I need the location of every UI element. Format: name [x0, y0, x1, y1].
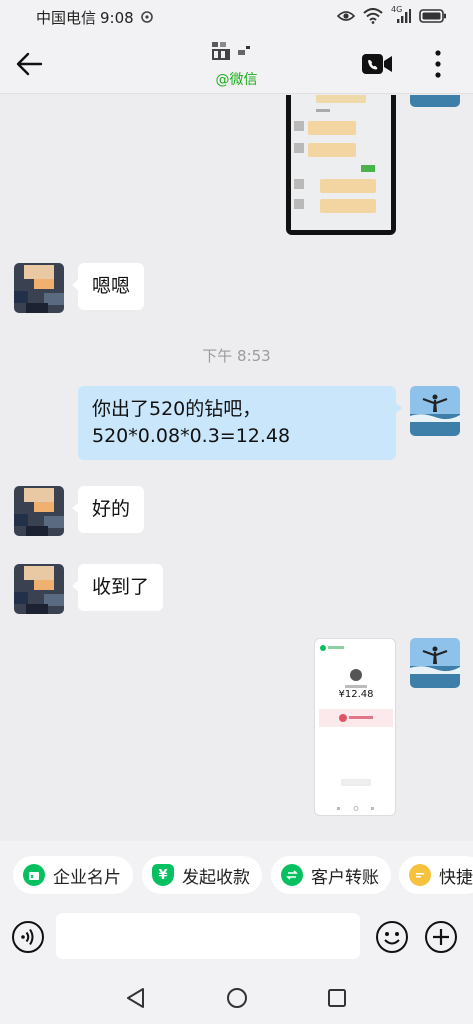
battery-icon [419, 9, 446, 23]
yuan-icon: ¥ [152, 864, 174, 886]
message-bubble-received[interactable]: 嗯嗯 [71, 263, 145, 310]
message-timestamp: 下午 8:53 [202, 347, 271, 365]
plus-icon[interactable] [424, 920, 458, 954]
shortcut-customer-transfer[interactable]: 客户转账 [271, 856, 391, 894]
clock: 9:08 [100, 9, 134, 27]
contact-avatar[interactable] [14, 263, 64, 313]
voice-input-icon[interactable] [11, 920, 45, 954]
carrier-label: 中国电信 [36, 9, 97, 27]
chat-messages[interactable]: 嗯嗯 下午 8:53 你出了520的钻吧， 520*0.08*0.3=12.48… [0, 95, 473, 841]
payment-screenshot-message[interactable]: ¥12.48 [314, 638, 396, 816]
contact-avatar[interactable] [14, 564, 64, 614]
chat-screenshot-thumbnail [291, 95, 391, 230]
message-bubble-received[interactable]: 收到了 [71, 564, 164, 611]
input-bar [0, 911, 473, 973]
eye-icon [337, 11, 355, 21]
message-bubble-received[interactable]: 好的 [71, 486, 145, 533]
transfer-icon [281, 864, 303, 886]
business-card-icon [23, 864, 45, 886]
contact-name-redacted [212, 42, 250, 60]
my-avatar[interactable] [410, 638, 460, 688]
shortcut-business-card[interactable]: 企业名片 [13, 856, 133, 894]
video-call-icon[interactable] [361, 52, 393, 76]
shortcut-label: 快捷 [439, 867, 473, 888]
shortcut-request-payment[interactable]: ¥ 发起收款 [142, 856, 262, 894]
contact-source-label: @微信 [215, 72, 258, 88]
contact-avatar-image [14, 486, 64, 536]
contact-avatar-image [14, 263, 64, 313]
more-options-icon[interactable] [428, 48, 448, 80]
my-avatar-image [410, 95, 460, 107]
shortcut-label: 企业名片 [53, 867, 121, 888]
nav-recents-icon[interactable] [325, 986, 349, 1010]
payment-amount: ¥12.48 [338, 689, 374, 700]
chat-header: @微信 [0, 34, 473, 94]
message-bubble-sent[interactable]: 你出了520的钻吧， 520*0.08*0.3=12.48 [78, 386, 402, 460]
my-avatar[interactable] [410, 386, 460, 436]
nav-back-icon[interactable] [124, 986, 148, 1010]
status-bar: 中国电信 9:08 4G [0, 0, 473, 34]
contact-avatar-image [14, 564, 64, 614]
shortcut-bar: 企业名片 ¥ 发起收款 客户转账 快捷 [0, 841, 473, 911]
signal-group: 4G [391, 5, 411, 24]
system-nav-bar [0, 973, 473, 1024]
data-saver-icon [141, 11, 154, 23]
shortcut-label: 发起收款 [182, 867, 250, 888]
image-message[interactable] [286, 95, 396, 235]
quick-reply-icon [409, 864, 431, 886]
shortcut-label: 客户转账 [311, 867, 379, 888]
message-input[interactable] [56, 913, 360, 959]
wifi-icon [363, 8, 383, 24]
nav-home-icon[interactable] [225, 986, 249, 1010]
shortcut-quick-reply[interactable]: 快捷 [399, 856, 473, 894]
my-avatar-image [410, 386, 460, 436]
my-avatar-image [410, 638, 460, 688]
emoji-icon[interactable] [375, 920, 409, 954]
contact-avatar[interactable] [14, 486, 64, 536]
my-avatar[interactable] [410, 95, 460, 107]
carrier-time: 中国电信 9:08 [36, 7, 154, 28]
status-icons: 4G [337, 5, 447, 24]
signal-icon [397, 9, 411, 23]
payment-screenshot-art [319, 645, 393, 811]
